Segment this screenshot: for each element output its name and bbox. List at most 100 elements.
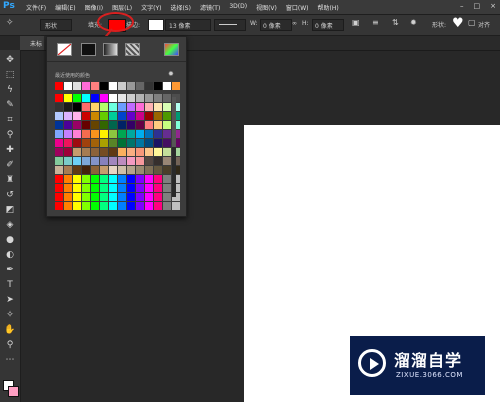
color-swatch[interactable] xyxy=(163,148,171,156)
color-swatch[interactable] xyxy=(109,202,117,210)
color-swatch[interactable] xyxy=(82,148,90,156)
color-swatch[interactable] xyxy=(127,103,135,111)
recent-color-swatch[interactable] xyxy=(145,82,153,90)
color-swatch[interactable] xyxy=(109,184,117,192)
color-swatch[interactable] xyxy=(154,184,162,192)
color-swatch[interactable] xyxy=(127,184,135,192)
color-swatch[interactable] xyxy=(118,148,126,156)
color-swatch[interactable] xyxy=(109,130,117,138)
color-swatch[interactable] xyxy=(91,121,99,129)
color-swatch[interactable] xyxy=(145,94,153,102)
color-swatch[interactable] xyxy=(127,193,135,201)
color-swatch[interactable] xyxy=(82,202,90,210)
gear-icon[interactable]: ✹ xyxy=(168,70,174,78)
recent-color-swatch[interactable] xyxy=(73,82,81,90)
color-swatch[interactable] xyxy=(55,130,63,138)
color-swatch[interactable] xyxy=(64,184,72,192)
color-swatch[interactable] xyxy=(82,112,90,120)
color-swatch[interactable] xyxy=(163,157,171,165)
color-swatch[interactable] xyxy=(154,148,162,156)
color-swatch[interactable] xyxy=(73,157,81,165)
color-swatch[interactable] xyxy=(73,202,81,210)
recent-color-swatch[interactable] xyxy=(118,82,126,90)
color-swatch[interactable] xyxy=(154,175,162,183)
color-swatch[interactable] xyxy=(55,193,63,201)
color-swatch[interactable] xyxy=(55,166,63,174)
color-swatch[interactable] xyxy=(64,148,72,156)
color-swatch[interactable] xyxy=(127,157,135,165)
color-swatch[interactable] xyxy=(109,112,117,120)
color-swatch[interactable] xyxy=(91,130,99,138)
color-swatch[interactable] xyxy=(82,157,90,165)
color-swatch[interactable] xyxy=(55,139,63,147)
color-swatch[interactable] xyxy=(118,157,126,165)
color-swatch[interactable] xyxy=(154,103,162,111)
color-swatch[interactable] xyxy=(145,175,153,183)
color-swatch[interactable] xyxy=(163,103,171,111)
color-swatch[interactable] xyxy=(91,166,99,174)
color-swatch[interactable] xyxy=(145,184,153,192)
color-swatch[interactable] xyxy=(163,202,171,210)
color-swatch[interactable] xyxy=(145,121,153,129)
color-swatch[interactable] xyxy=(127,121,135,129)
color-swatch[interactable] xyxy=(127,166,135,174)
color-swatch[interactable] xyxy=(73,103,81,111)
color-swatch[interactable] xyxy=(136,157,144,165)
color-swatch[interactable] xyxy=(73,139,81,147)
color-swatch[interactable] xyxy=(118,112,126,120)
color-swatch[interactable] xyxy=(163,112,171,120)
color-swatch[interactable] xyxy=(100,166,108,174)
color-swatch[interactable] xyxy=(154,94,162,102)
color-swatch[interactable] xyxy=(136,121,144,129)
color-swatch[interactable] xyxy=(55,157,63,165)
color-swatch[interactable] xyxy=(82,184,90,192)
color-swatch[interactable] xyxy=(163,175,171,183)
color-swatch[interactable] xyxy=(64,193,72,201)
color-swatch[interactable] xyxy=(82,94,90,102)
color-swatch[interactable] xyxy=(55,94,63,102)
color-swatch[interactable] xyxy=(109,157,117,165)
color-swatch[interactable] xyxy=(145,202,153,210)
color-swatch[interactable] xyxy=(145,139,153,147)
color-swatch[interactable] xyxy=(145,130,153,138)
color-swatch[interactable] xyxy=(145,103,153,111)
color-swatch[interactable] xyxy=(109,139,117,147)
color-swatch[interactable] xyxy=(163,166,171,174)
color-swatch[interactable] xyxy=(100,94,108,102)
color-swatch[interactable] xyxy=(64,175,72,183)
color-swatch[interactable] xyxy=(91,184,99,192)
color-swatch[interactable] xyxy=(73,121,81,129)
color-swatch[interactable] xyxy=(55,202,63,210)
color-swatch[interactable] xyxy=(163,121,171,129)
color-swatch[interactable] xyxy=(163,193,171,201)
color-swatch[interactable] xyxy=(91,103,99,111)
color-swatch[interactable] xyxy=(109,121,117,129)
color-swatch[interactable] xyxy=(136,112,144,120)
color-swatch[interactable] xyxy=(127,148,135,156)
color-swatch[interactable] xyxy=(100,193,108,201)
color-picker-button[interactable] xyxy=(164,43,179,56)
color-swatch[interactable] xyxy=(163,139,171,147)
color-swatch[interactable] xyxy=(136,202,144,210)
color-swatch[interactable] xyxy=(118,94,126,102)
color-swatch[interactable] xyxy=(100,148,108,156)
color-swatch[interactable] xyxy=(100,175,108,183)
color-swatch[interactable] xyxy=(172,202,180,210)
recent-color-swatch[interactable] xyxy=(109,82,117,90)
color-swatch[interactable] xyxy=(127,202,135,210)
color-swatch[interactable] xyxy=(82,139,90,147)
color-swatch[interactable] xyxy=(64,166,72,174)
color-swatch[interactable] xyxy=(55,184,63,192)
color-swatch[interactable] xyxy=(136,148,144,156)
recent-color-swatch[interactable] xyxy=(82,82,90,90)
color-swatch[interactable] xyxy=(136,139,144,147)
color-swatch[interactable] xyxy=(118,175,126,183)
color-swatch[interactable] xyxy=(91,175,99,183)
color-swatch[interactable] xyxy=(64,202,72,210)
color-swatch[interactable] xyxy=(73,166,81,174)
color-swatch[interactable] xyxy=(118,139,126,147)
color-swatch[interactable] xyxy=(91,148,99,156)
color-swatch[interactable] xyxy=(154,121,162,129)
color-swatch[interactable] xyxy=(100,139,108,147)
color-swatch[interactable] xyxy=(145,157,153,165)
